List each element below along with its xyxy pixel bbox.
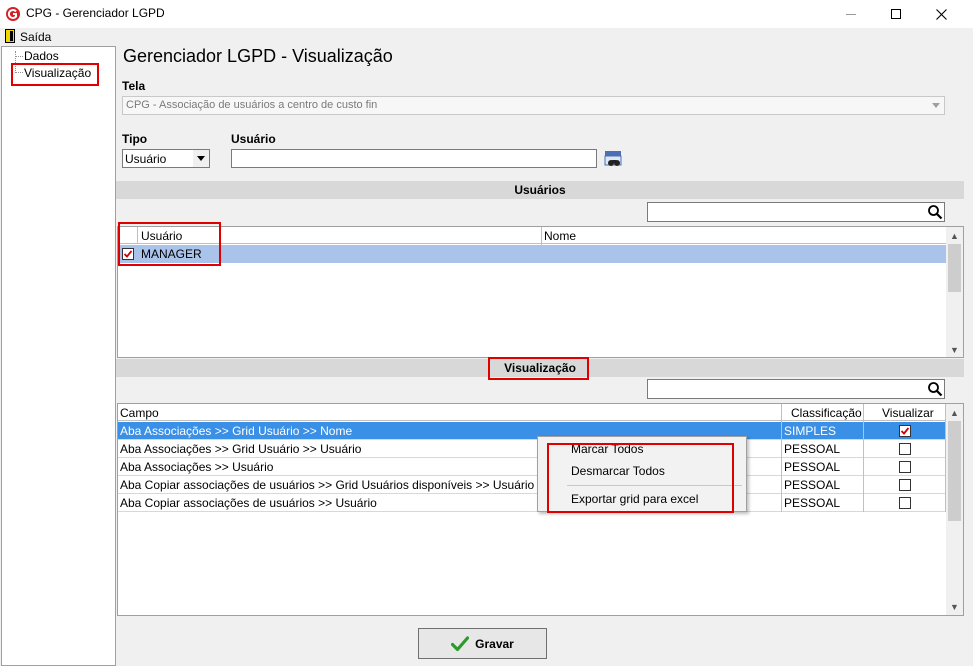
tipo-dropdown-button[interactable] bbox=[193, 150, 209, 167]
table-row[interactable]: Aba Associações >> Usuário PESSOAL bbox=[118, 458, 946, 476]
scroll-up-icon[interactable]: ▲ bbox=[948, 408, 961, 418]
cell-campo: Aba Associações >> Usuário bbox=[120, 460, 274, 474]
nav-tree bbox=[1, 46, 116, 666]
scroll-down-icon[interactable]: ▼ bbox=[948, 602, 961, 612]
tela-dropdown-button[interactable] bbox=[928, 97, 944, 114]
annotation-highlight bbox=[11, 63, 99, 86]
annotation-highlight bbox=[488, 357, 589, 380]
binoculars-icon[interactable] bbox=[604, 150, 622, 168]
usuario-label: Usuário bbox=[231, 132, 276, 146]
cpg-logo-icon bbox=[6, 7, 20, 21]
menu-exit[interactable]: Saída bbox=[20, 30, 51, 44]
cell-classificacao: PESSOAL bbox=[784, 460, 841, 474]
minimize-icon bbox=[846, 13, 856, 15]
usuarios-grid-header bbox=[118, 227, 946, 244]
column-header-classificacao[interactable]: Classificação bbox=[791, 406, 862, 420]
column-divider bbox=[541, 227, 542, 263]
tela-value: CPG - Associação de usuários a centro de… bbox=[126, 99, 378, 111]
close-icon bbox=[935, 8, 947, 20]
tela-label: Tela bbox=[122, 79, 146, 93]
page-title: Gerenciador LGPD - Visualização bbox=[123, 46, 393, 66]
tipo-label: Tipo bbox=[122, 132, 148, 146]
visualizacao-search-input[interactable] bbox=[647, 379, 945, 399]
cell-classificacao: PESSOAL bbox=[784, 442, 841, 456]
cell-classificacao: PESSOAL bbox=[784, 496, 841, 510]
table-row[interactable]: Aba Associações >> Grid Usuário >> Nome … bbox=[118, 422, 946, 440]
table-row[interactable]: Aba Associações >> Grid Usuário >> Usuár… bbox=[118, 440, 946, 458]
tree-item-dados[interactable]: Dados bbox=[24, 49, 59, 63]
cell-campo: Aba Copiar associações de usuários >> Gr… bbox=[120, 478, 535, 492]
checkmark-icon bbox=[451, 635, 470, 651]
scroll-down-icon[interactable]: ▼ bbox=[948, 345, 961, 355]
chevron-down-icon bbox=[932, 103, 940, 108]
column-divider bbox=[863, 404, 864, 512]
cell-campo: Aba Associações >> Grid Usuário >> Nome bbox=[120, 424, 353, 438]
cell-classificacao: SIMPLES bbox=[784, 424, 837, 438]
usuario-input[interactable] bbox=[231, 149, 597, 168]
magnifier-icon[interactable] bbox=[927, 204, 943, 220]
exit-door-icon[interactable] bbox=[5, 29, 15, 43]
window-title: CPG - Gerenciador LGPD bbox=[26, 6, 165, 20]
usuarios-search-input[interactable] bbox=[647, 202, 945, 222]
close-button[interactable] bbox=[918, 0, 964, 28]
tree-connector bbox=[15, 56, 23, 57]
visualizar-checkbox[interactable] bbox=[899, 497, 911, 509]
save-button[interactable]: Gravar bbox=[418, 628, 547, 659]
column-header-visualizar[interactable]: Visualizar bbox=[882, 406, 934, 420]
table-row[interactable]: Aba Copiar associações de usuários >> Us… bbox=[118, 494, 946, 512]
annotation-highlight bbox=[547, 443, 734, 513]
usuarios-section-header: Usuários bbox=[116, 181, 964, 199]
visualizacao-scroll-thumb[interactable] bbox=[948, 421, 961, 521]
column-divider bbox=[781, 404, 782, 512]
minimize-button[interactable] bbox=[828, 0, 874, 28]
cell-classificacao: PESSOAL bbox=[784, 478, 841, 492]
maximize-button[interactable] bbox=[873, 0, 919, 28]
magnifier-icon[interactable] bbox=[927, 381, 943, 397]
maximize-icon bbox=[891, 9, 901, 19]
checkmark-icon bbox=[900, 427, 910, 435]
visualizar-checkbox[interactable] bbox=[899, 443, 911, 455]
usuarios-scroll-thumb[interactable] bbox=[948, 244, 961, 292]
visualizar-checkbox[interactable] bbox=[899, 479, 911, 491]
scroll-up-icon[interactable]: ▲ bbox=[948, 231, 961, 241]
visualizar-checkbox[interactable] bbox=[899, 461, 911, 473]
column-header-nome[interactable]: Nome bbox=[544, 229, 576, 243]
cell-campo: Aba Associações >> Grid Usuário >> Usuár… bbox=[120, 442, 362, 456]
table-row[interactable]: Aba Copiar associações de usuários >> Gr… bbox=[118, 476, 946, 494]
column-header-campo[interactable]: Campo bbox=[120, 406, 159, 420]
annotation-highlight bbox=[118, 222, 221, 266]
visualizar-checkbox[interactable] bbox=[899, 425, 911, 437]
cell-campo: Aba Copiar associações de usuários >> Us… bbox=[120, 496, 377, 510]
save-label: Gravar bbox=[475, 636, 514, 651]
chevron-down-icon bbox=[197, 156, 205, 161]
menu-bar bbox=[0, 28, 973, 46]
table-row[interactable] bbox=[118, 245, 946, 263]
tipo-value: Usuário bbox=[125, 152, 167, 166]
